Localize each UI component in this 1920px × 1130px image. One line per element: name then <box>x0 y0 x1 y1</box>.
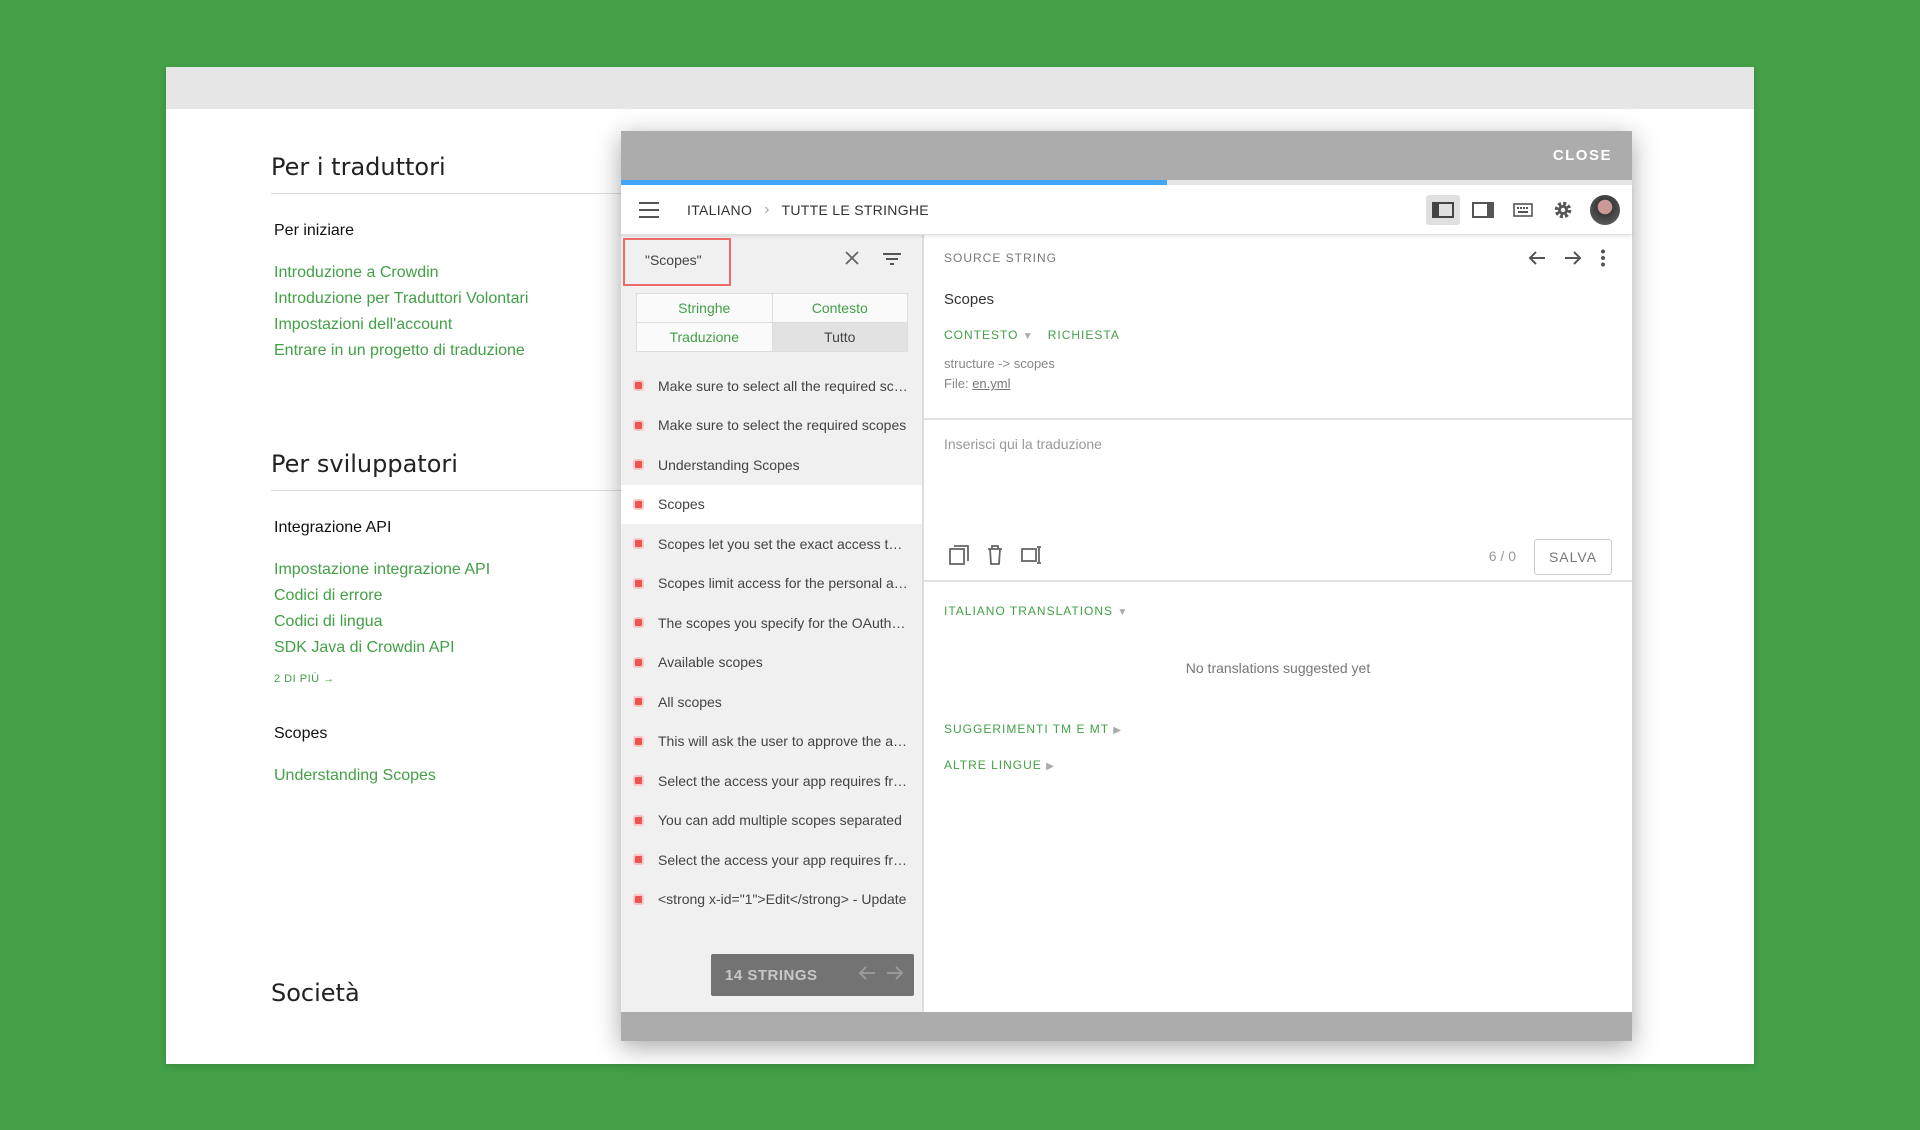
source-string-section: SOURCE STRING Scopes CONTESTO ▼ RICHIEST… <box>924 235 1632 420</box>
list-item[interactable]: Make sure to select all the required sco… <box>621 366 922 406</box>
gear-icon[interactable] <box>1546 195 1580 225</box>
list-item-text: Select the access your app requires from <box>658 772 908 789</box>
translation-input[interactable]: Inserisci qui la traduzione <box>944 436 1102 452</box>
close-button[interactable]: CLOSE <box>1553 147 1612 164</box>
file-link[interactable]: en.yml <box>972 376 1010 391</box>
breadcrumb-language[interactable]: ITALIANO <box>687 202 752 218</box>
list-item[interactable]: Scopes <box>621 484 922 524</box>
list-item-text: The scopes you specify for the OAuth app <box>658 614 908 631</box>
editor-panel: SOURCE STRING Scopes CONTESTO ▼ RICHIEST… <box>924 235 1632 1012</box>
tm-mt-suggestions-toggle[interactable]: SUGGERIMENTI TM E MT ▶ <box>944 722 1612 736</box>
list-item-text: Scopes let you set the exact access type <box>658 535 908 552</box>
translations-section: ITALIANO TRANSLATIONS ▼ No translations … <box>924 582 1632 814</box>
untranslated-status-icon <box>635 698 642 706</box>
filter-context[interactable]: Contesto <box>772 294 907 322</box>
layout-right-icon[interactable] <box>1466 195 1500 225</box>
list-item-text: Understanding Scopes <box>658 456 800 473</box>
no-translations-text: No translations suggested yet <box>1185 660 1371 676</box>
section-title-translators: Per i traduttori <box>271 153 671 194</box>
chevron-right-icon: › <box>764 200 770 218</box>
list-item-text: <strong x-id="1">Edit</strong> - Update <box>658 891 907 908</box>
close-icon[interactable] <box>845 251 859 270</box>
more-vert-icon[interactable] <box>1600 249 1606 272</box>
list-item-text: Select the access your app requires from <box>658 851 908 868</box>
browser-toolbar <box>166 67 1754 109</box>
context-toggle[interactable]: CONTESTO ▼ <box>944 328 1034 342</box>
copy-source-icon[interactable] <box>948 544 970 571</box>
untranslated-status-icon <box>635 816 642 824</box>
translations-toggle[interactable]: ITALIANO TRANSLATIONS ▼ <box>944 604 1128 618</box>
delete-icon[interactable] <box>986 544 1004 571</box>
untranslated-status-icon <box>635 461 642 469</box>
file-label: File: <box>944 376 969 391</box>
untranslated-status-icon <box>635 579 642 587</box>
modal-header: CLOSE <box>621 131 1632 180</box>
list-item-text: All scopes <box>658 693 722 710</box>
hamburger-menu-icon[interactable] <box>639 201 659 218</box>
list-item-text: Available scopes <box>658 654 763 671</box>
list-item-text: Make sure to select all the required sco… <box>658 377 908 394</box>
filter-all[interactable]: Tutto <box>772 323 907 351</box>
modal-footer <box>621 1012 1632 1041</box>
string-list: Make sure to select all the required sco… <box>621 366 922 919</box>
filter-strings[interactable]: Stringhe <box>637 294 772 322</box>
search-scope-toggle: Stringhe Contesto Traduzione Tutto <box>636 293 908 352</box>
context-value: structure -> scopes <box>944 356 1055 371</box>
strings-pager: 14 STRINGS <box>711 954 914 996</box>
list-item[interactable]: Scopes limit access for the personal acc… <box>621 564 922 604</box>
list-item[interactable]: This will ask the user to approve the ac… <box>621 722 922 762</box>
list-item[interactable]: <strong x-id="1">Edit</strong> - Update <box>621 880 922 920</box>
other-languages-toggle[interactable]: ALTRE LINGUE ▶ <box>944 758 1612 772</box>
section-title-developers: Per sviluppatori <box>271 450 671 491</box>
arrow-right-icon[interactable] <box>886 965 904 986</box>
save-button[interactable]: SALVA <box>1534 539 1612 575</box>
list-item-text: This will ask the user to approve the ac… <box>658 733 908 750</box>
list-item-text: Make sure to select the required scopes <box>658 417 907 434</box>
keyboard-icon[interactable] <box>1506 195 1540 225</box>
list-item[interactable]: The scopes you specify for the OAuth app <box>621 603 922 643</box>
source-string-text: Scopes <box>944 291 995 308</box>
list-item[interactable]: All scopes <box>621 682 922 722</box>
layout-left-icon[interactable] <box>1426 194 1460 225</box>
untranslated-status-icon <box>635 777 642 785</box>
strings-panel: "Scopes" Stringhe Contesto Traduzione Tu… <box>621 235 924 1012</box>
breadcrumb-section[interactable]: TUTTE LE STRINGHE <box>781 202 928 218</box>
strings-count: 14 STRINGS <box>725 966 818 984</box>
list-item[interactable]: Select the access your app requires from <box>621 840 922 880</box>
search-input[interactable]: "Scopes" <box>645 252 702 268</box>
arrow-left-icon[interactable] <box>858 965 876 986</box>
untranslated-status-icon <box>635 382 642 390</box>
list-item-text: Scopes <box>658 496 705 513</box>
arrow-right-icon[interactable] <box>1564 250 1582 271</box>
filter-translation[interactable]: Traduzione <box>637 323 772 351</box>
untranslated-status-icon <box>635 658 642 666</box>
list-item[interactable]: Make sure to select the required scopes <box>621 406 922 446</box>
request-context-link[interactable]: RICHIESTA <box>1048 328 1120 342</box>
untranslated-status-icon <box>635 856 642 864</box>
translation-editor-modal: CLOSE ITALIANO › TUTTE LE STRINGHE "Scop… <box>621 131 1632 1041</box>
char-counter: 6 / 0 <box>1488 548 1516 564</box>
filter-icon[interactable] <box>883 252 901 271</box>
arrow-left-icon[interactable] <box>1528 250 1546 271</box>
untranslated-status-icon <box>635 619 642 627</box>
untranslated-status-icon <box>635 500 642 508</box>
list-item[interactable]: Scopes let you set the exact access type <box>621 524 922 564</box>
split-icon[interactable] <box>1020 544 1044 571</box>
list-item[interactable]: You can add multiple scopes separated <box>621 801 922 841</box>
list-item-text: You can add multiple scopes separated <box>658 812 902 829</box>
translation-editor[interactable]: Inserisci qui la traduzione 6 / 0 SALVA <box>924 420 1632 582</box>
list-item[interactable]: Available scopes <box>621 643 922 683</box>
section-title-company: Società <box>271 979 360 1007</box>
list-item-text: Scopes limit access for the personal acc… <box>658 575 908 592</box>
untranslated-status-icon <box>635 540 642 548</box>
list-item[interactable]: Understanding Scopes <box>621 445 922 485</box>
editor-topbar: ITALIANO › TUTTE LE STRINGHE <box>621 185 1632 235</box>
list-item[interactable]: Select the access your app requires from <box>621 761 922 801</box>
source-string-label: SOURCE STRING <box>944 251 1058 265</box>
untranslated-status-icon <box>635 895 642 903</box>
avatar[interactable] <box>1590 194 1620 225</box>
untranslated-status-icon <box>635 421 642 429</box>
untranslated-status-icon <box>635 737 642 745</box>
